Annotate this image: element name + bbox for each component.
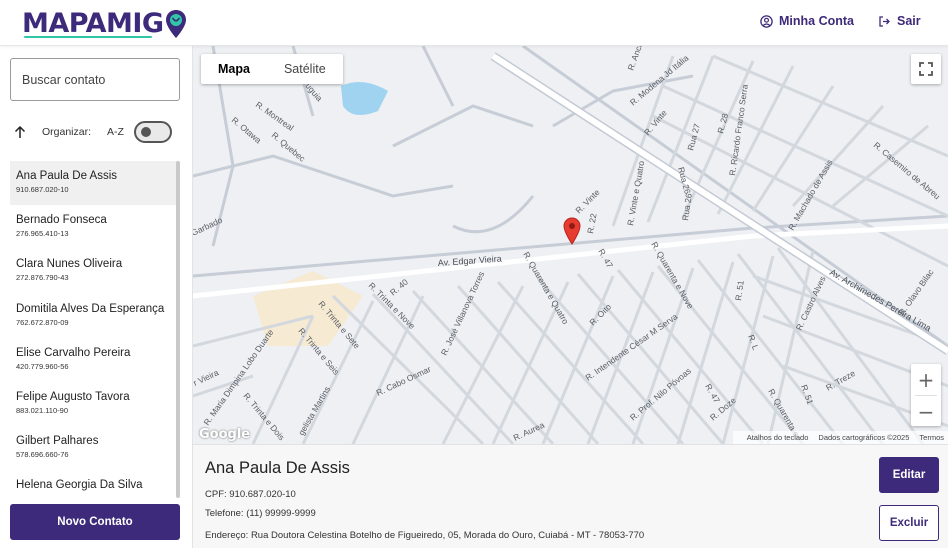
map-data-label: Dados cartográficos ©2025: [818, 433, 910, 442]
contact-list: Ana Paula De Assis 910.687.020-10 Bernad…: [10, 161, 178, 498]
contact-item[interactable]: Clara Nunes Oliveira 272.876.790-43: [10, 249, 178, 293]
zoom-in-button[interactable]: +: [911, 364, 941, 395]
sort-label: Organizar:: [42, 126, 92, 138]
detail-cpf: CPF: 910.687.020-10: [205, 489, 296, 500]
app-header: MAPAMIG Minha Conta Sair: [0, 0, 948, 46]
contact-name: Clara Nunes Oliveira: [16, 258, 123, 271]
zoom-out-button[interactable]: −: [911, 396, 941, 427]
edit-button[interactable]: Editar: [879, 457, 939, 493]
contact-cpf: 910.687.020-10: [16, 185, 69, 194]
map-attribution: Atalhos do teclado Dados cartográficos ©…: [732, 431, 948, 444]
contact-name: Bernado Fonseca: [16, 214, 107, 227]
sort-row: Organizar: A-Z: [12, 120, 184, 144]
new-contact-button[interactable]: Novo Contato: [10, 504, 180, 540]
logout-icon: [879, 15, 890, 27]
map-type-control: Mapa Satélite: [201, 54, 343, 84]
logo-text: MAPAMIG: [22, 7, 164, 39]
contact-name: Ana Paula De Assis: [16, 170, 118, 182]
contact-item[interactable]: Domitila Alves Da Esperança 762.672.870-…: [10, 294, 178, 338]
arrow-up-icon[interactable]: [12, 124, 28, 140]
my-account-label: Minha Conta: [779, 14, 854, 28]
contact-cpf: 578.696.660-76: [16, 450, 69, 460]
contact-search-input[interactable]: [10, 58, 180, 101]
toggle-knob: [140, 127, 151, 137]
google-logo: Google: [199, 427, 251, 442]
fullscreen-button[interactable]: [911, 54, 941, 84]
contact-name: Elise Carvalho Pereira: [16, 346, 131, 359]
tab-map[interactable]: Mapa: [201, 54, 267, 84]
fullscreen-icon: [919, 62, 933, 76]
my-account-link[interactable]: Minha Conta: [760, 14, 854, 28]
contact-item[interactable]: Helena Georgia Da Silva: [10, 470, 178, 498]
contact-item[interactable]: Elise Carvalho Pereira 420.779.960-56: [10, 338, 178, 382]
contact-cpf: 276.965.410-13: [16, 229, 69, 239]
keyboard-shortcuts-link[interactable]: Atalhos do teclado: [747, 433, 809, 442]
contact-item[interactable]: Ana Paula De Assis 910.687.020-10: [10, 161, 178, 206]
logo-pin-icon: [165, 10, 186, 38]
tab-satellite[interactable]: Satélite: [267, 54, 343, 84]
contacts-sidebar: Organizar: A-Z Ana Paula De Assis 910.68…: [0, 46, 193, 548]
contact-cpf: 883.021.110-90: [16, 405, 68, 415]
contact-cpf: 420.779.960-56: [16, 361, 69, 371]
sort-toggle[interactable]: [133, 121, 172, 143]
contact-item[interactable]: Gilbert Palhares 578.696.660-76: [10, 426, 178, 470]
location-pin-icon[interactable]: [563, 217, 581, 245]
user-circle-icon: [760, 14, 773, 28]
detail-phone: Telefone: (11) 99999-9999: [205, 508, 316, 519]
contact-details-panel: Ana Paula De Assis CPF: 910.687.020-10 T…: [193, 444, 948, 548]
contact-list-scrollbar[interactable]: [176, 161, 180, 498]
detail-address: Endereço: Rua Doutora Celestina Botelho …: [205, 530, 645, 541]
logout-link[interactable]: Sair: [878, 14, 921, 28]
sort-order-label: A-Z: [107, 126, 124, 138]
terms-link[interactable]: Termos: [919, 433, 944, 442]
contact-item[interactable]: Felipe Augusto Tavora 883.021.110-90: [10, 382, 178, 426]
contact-name: Helena Georgia Da Silva: [16, 479, 143, 492]
contact-item[interactable]: Bernado Fonseca 276.965.410-13: [10, 205, 178, 249]
zoom-control: + −: [911, 364, 941, 426]
logo-underline: [24, 36, 152, 38]
app-logo[interactable]: MAPAMIG: [22, 6, 187, 40]
contact-cpf: 762.672.870-09: [16, 317, 69, 327]
logout-label: Sair: [897, 14, 921, 28]
contact-cpf: 272.876.790-43: [16, 273, 69, 283]
detail-contact-name: Ana Paula De Assis: [205, 459, 350, 477]
contact-name: Gilbert Palhares: [16, 435, 99, 448]
contact-name: Domitila Alves Da Esperança: [16, 302, 165, 315]
map-view[interactable]: Av. Edgar Vieira Av. Archimedes Pereira …: [193, 46, 948, 444]
delete-button[interactable]: Excluir: [879, 505, 939, 541]
map-streets: Av. Edgar Vieira Av. Archimedes Pereira …: [193, 46, 948, 444]
contact-name: Felipe Augusto Tavora: [16, 390, 130, 403]
